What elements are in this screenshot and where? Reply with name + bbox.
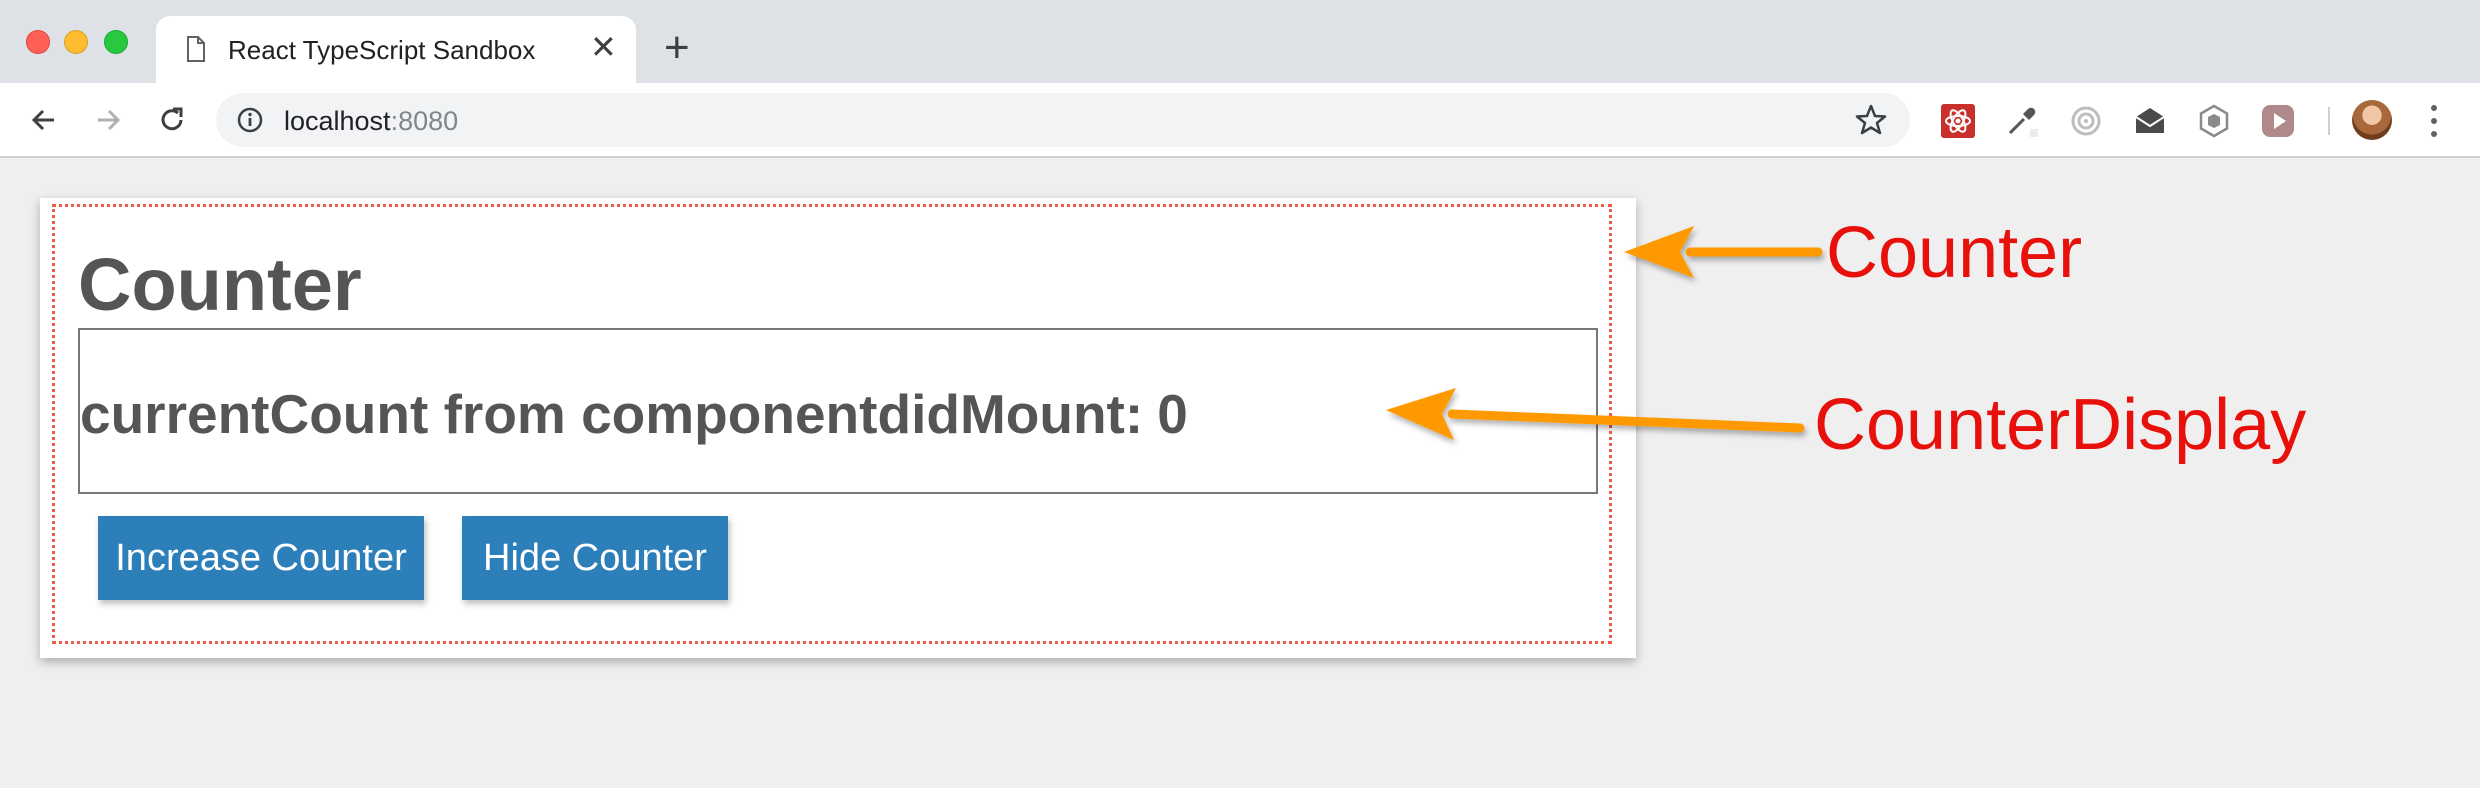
document-icon <box>187 36 205 62</box>
eyedropper-icon[interactable] <box>2004 103 2040 139</box>
hexagon-icon[interactable] <box>2196 103 2232 139</box>
count-label: currentCount from componentdidMount: <box>80 383 1144 445</box>
annotation-counter-display-label: CounterDisplay <box>1814 385 2307 465</box>
bookmark-star-icon[interactable] <box>1854 103 1888 137</box>
increase-counter-button[interactable]: Increase Counter <box>98 516 424 600</box>
counter-display-text: currentCount from componentdidMount: 0 <box>80 382 1188 446</box>
new-tab-button[interactable]: + <box>664 26 690 70</box>
forward-arrow-icon <box>98 109 121 131</box>
hide-counter-button[interactable]: Hide Counter <box>462 516 728 600</box>
browser-tab[interactable]: React TypeScript Sandbox ✕ <box>156 16 636 83</box>
reload-button[interactable] <box>152 100 192 140</box>
reload-icon <box>161 107 183 131</box>
counter-card: Counter currentCount from componentdidMo… <box>40 198 1636 658</box>
counter-display-box: currentCount from componentdidMount: 0 <box>78 328 1598 494</box>
play-icon[interactable] <box>2260 103 2296 139</box>
url-text[interactable]: localhost:8080 <box>284 106 458 137</box>
counter-arrow <box>1624 226 1823 278</box>
annotation-counter-label: Counter <box>1826 213 2083 293</box>
back-button[interactable] <box>24 100 64 140</box>
tab-strip: React TypeScript Sandbox ✕ + <box>0 0 2480 83</box>
profile-avatar[interactable] <box>2352 100 2392 140</box>
browser-toolbar: localhost:8080 <box>0 83 2480 158</box>
url-host: localhost <box>284 106 391 136</box>
address-bar[interactable]: localhost:8080 <box>216 93 1910 147</box>
target-icon[interactable] <box>2068 103 2104 139</box>
tab-close-icon[interactable]: ✕ <box>590 31 617 63</box>
window-zoom-button[interactable] <box>104 30 128 54</box>
menu-kebab-icon[interactable] <box>2424 101 2444 141</box>
toolbar-separator <box>2328 107 2330 135</box>
tab-title: React TypeScript Sandbox <box>228 35 536 65</box>
window-minimize-button[interactable] <box>64 30 88 54</box>
window-close-button[interactable] <box>26 30 50 54</box>
info-icon[interactable] <box>236 106 264 134</box>
count-value: 0 <box>1157 383 1188 445</box>
back-arrow-icon <box>31 109 54 131</box>
react-devtools-icon[interactable] <box>1940 103 1976 139</box>
url-port: :8080 <box>390 106 459 136</box>
mail-icon[interactable] <box>2132 103 2168 139</box>
forward-button[interactable] <box>88 100 128 140</box>
page-title: Counter <box>78 243 362 326</box>
